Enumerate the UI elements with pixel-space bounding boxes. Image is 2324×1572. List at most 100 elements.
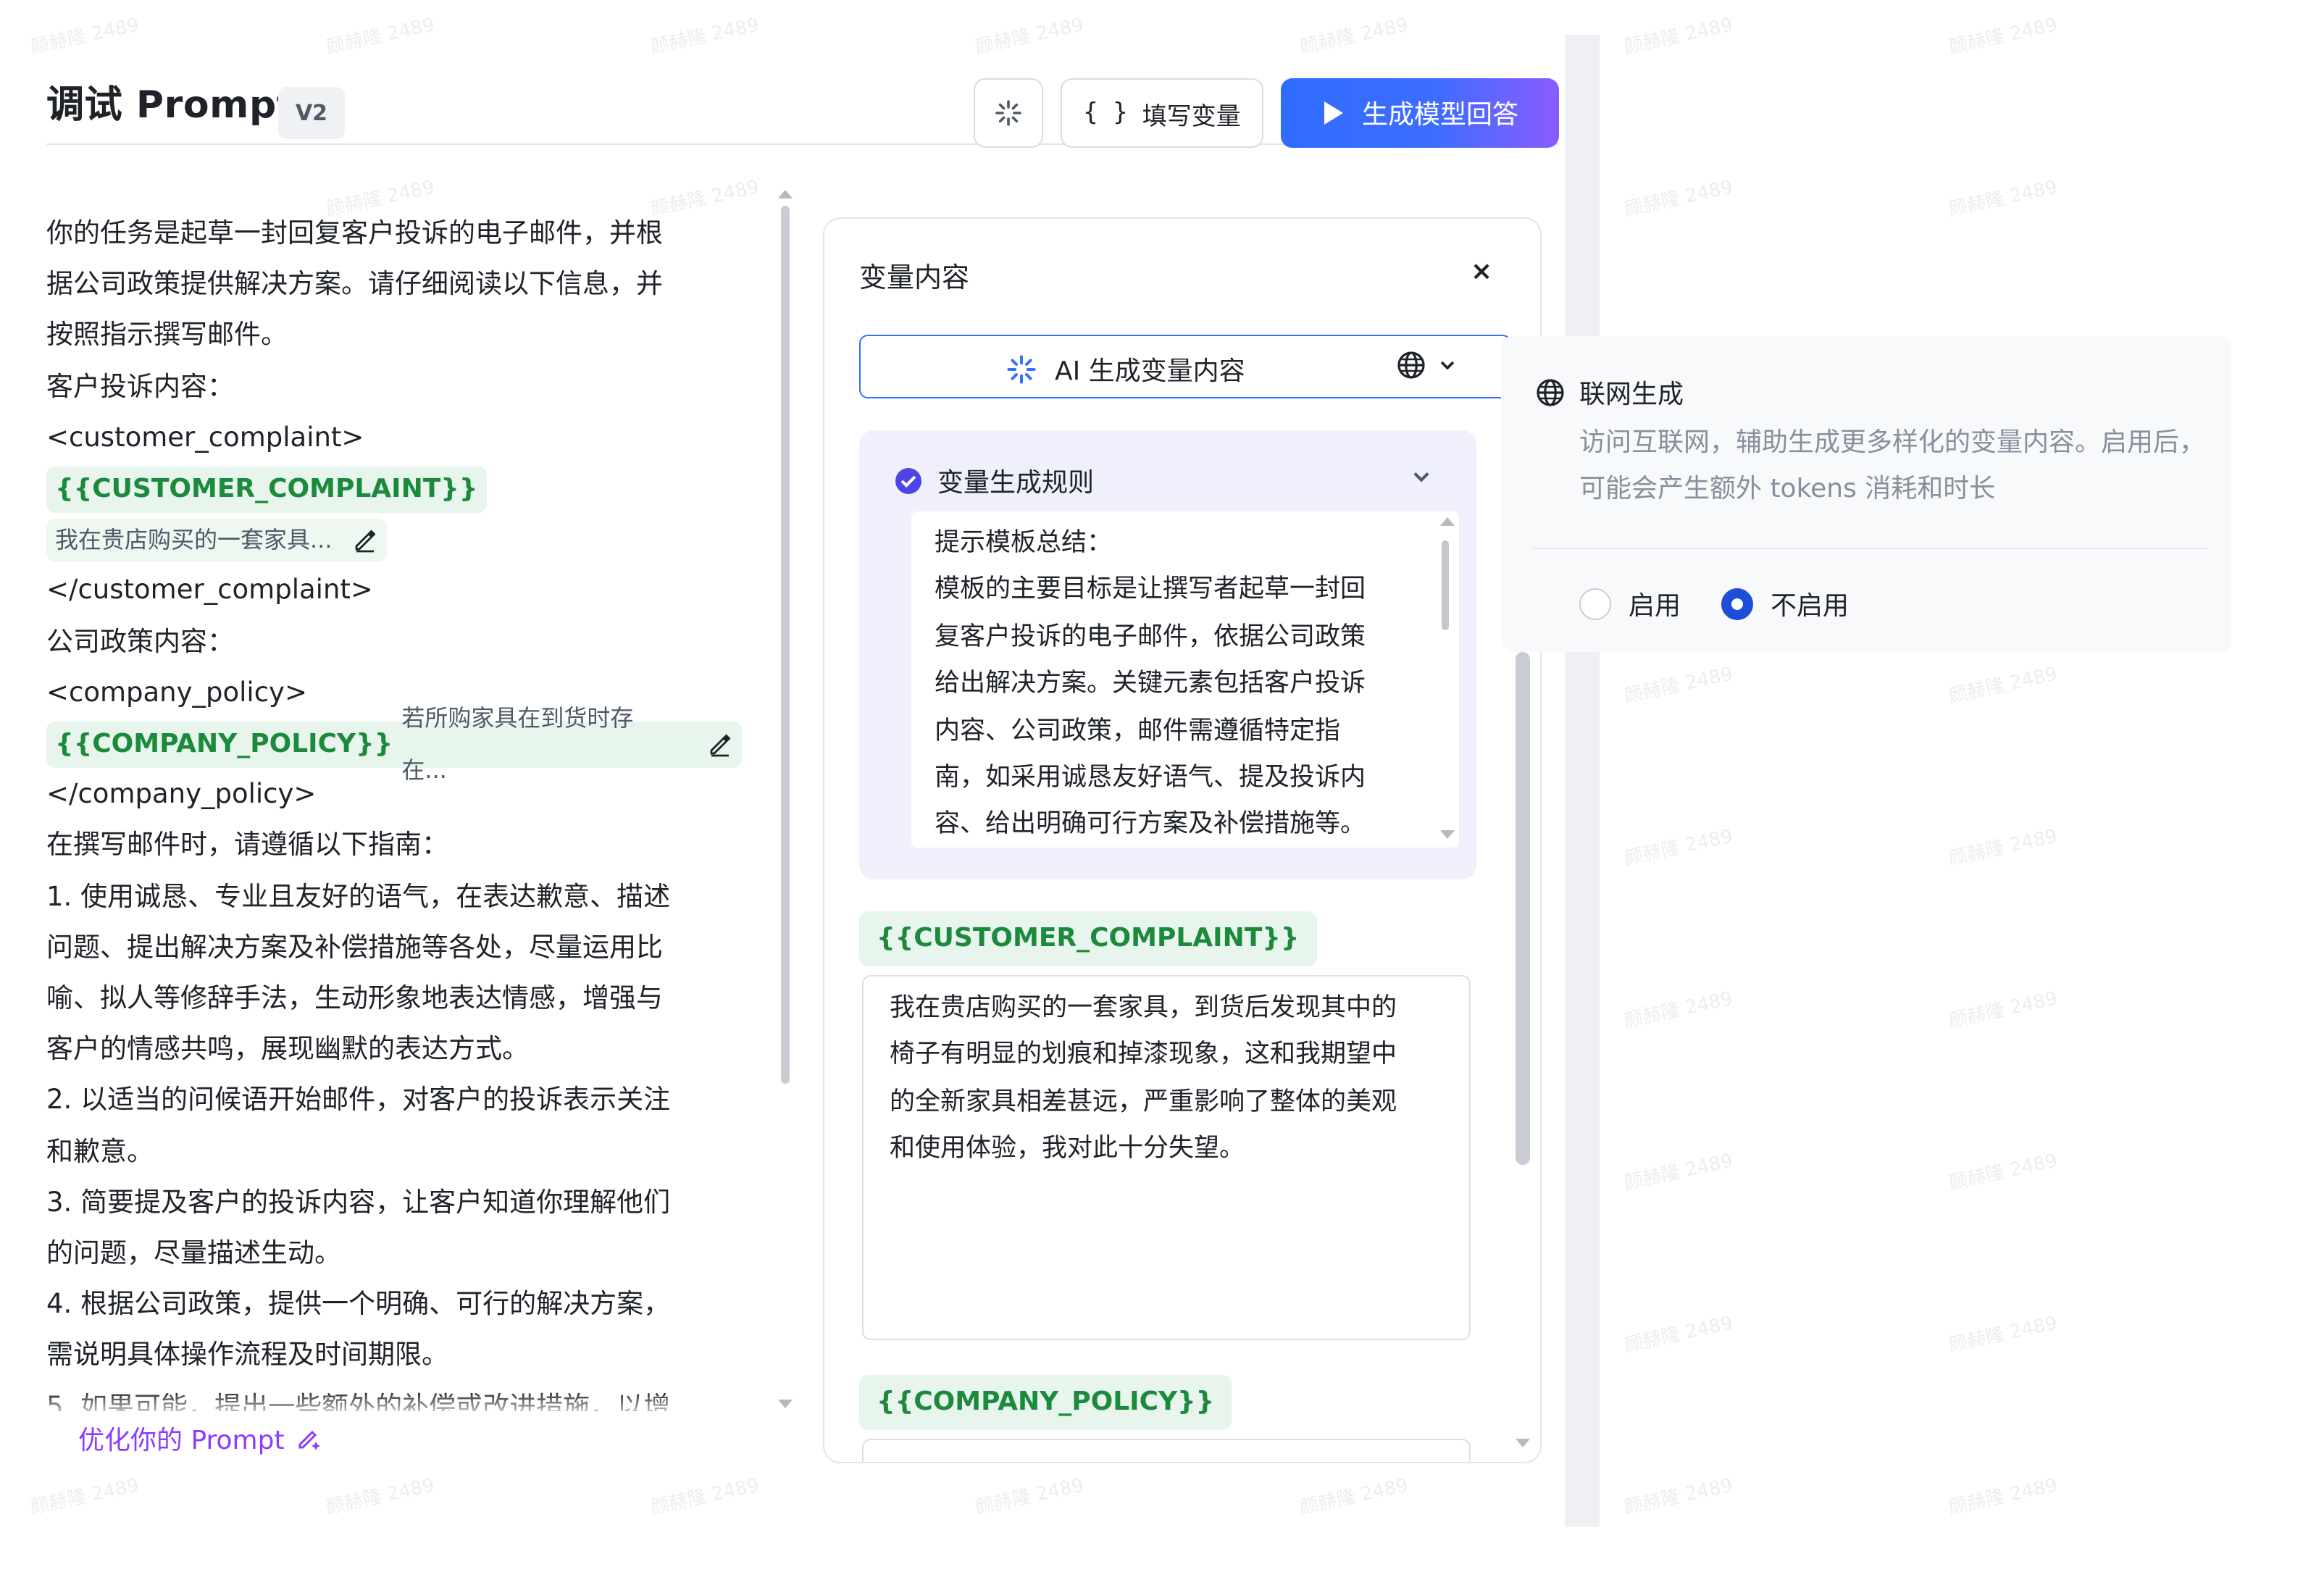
chevron-down-icon[interactable] <box>1410 465 1433 488</box>
watermark: 颜赫隆 2489 <box>1947 177 2060 222</box>
rules-header[interactable]: 变量生成规则 <box>894 462 1094 500</box>
prompt-line: 和歉意。 <box>46 1137 154 1168</box>
scroll-up-arrow[interactable] <box>778 190 793 198</box>
customer-complaint-text: 我在贵店购买的一套家具，到货后发现其中的 椅子有明显的划痕和掉漆现象，这和我期望… <box>890 985 1452 1173</box>
edit-icon[interactable] <box>707 731 733 757</box>
watermark: 颜赫隆 2489 <box>1947 1475 2060 1520</box>
globe-icon <box>1537 379 1564 406</box>
variable-name: {{COMPANY_POLICY}} <box>55 729 393 760</box>
prompt-line: 客户的情感共鸣，展现幽默的表达方式。 <box>46 1034 530 1066</box>
fill-variables-label: 填写变量 <box>1142 102 1241 131</box>
ai-generate-variables-button[interactable]: AI 生成变量内容 <box>859 335 1511 398</box>
rules-line: 内容、公司政策，邮件需遵循特定指 <box>935 716 1340 746</box>
chevron-down-icon <box>1440 361 1455 370</box>
watermark: 颜赫隆 2489 <box>1622 664 1735 708</box>
variable-tag-customer-complaint: {{CUSTOMER_COMPLAINT}} <box>859 911 1317 966</box>
variable-chip-company-policy[interactable]: {{COMPANY_POLICY}} 若所购家具在到货时存在... <box>46 705 742 783</box>
rules-line: 复客户投诉的电子邮件，依据公司政策 <box>935 622 1366 652</box>
prompt-line: </customer_complaint> <box>46 575 373 606</box>
generate-answer-label: 生成模型回答 <box>1362 100 1518 130</box>
watermark: 颜赫隆 2489 <box>1622 1150 1735 1195</box>
popover-title-row: 联网生成 <box>1536 374 1684 411</box>
optimize-prompt-label: 优化你的 Prompt <box>78 1426 285 1456</box>
optimize-prompt-link[interactable]: 优化你的 Prompt <box>78 1420 322 1458</box>
radio-enable[interactable]: 启用 <box>1579 585 1681 623</box>
watermark: 颜赫隆 2489 <box>1622 14 1735 59</box>
sparkle-settings-button[interactable] <box>974 78 1043 148</box>
prompt-line: 问题、提出解决方案及补偿措施等各处，尽量运用比 <box>46 932 664 963</box>
variable-rules-section: 变量生成规则 提示模板总结： 模板的主要目标是让撰写者起草一封回 复客户投诉的电… <box>859 430 1476 879</box>
prompt-line: 2. 以适当的问候语开始邮件，对客户的投诉表示关注 <box>46 1085 671 1116</box>
watermark: 颜赫隆 2489 <box>1622 177 1735 222</box>
prompt-scrollbar-thumb[interactable] <box>781 206 790 1084</box>
radio-circle-selected[interactable] <box>1721 588 1753 620</box>
radio-disable-label: 不启用 <box>1771 591 1849 622</box>
ai-generate-label: AI 生成变量内容 <box>1055 356 1245 387</box>
watermark: 颜赫隆 2489 <box>1947 1313 2060 1358</box>
textarea-line: 我在贵店购买的一套家具，到货后发现其中的 <box>890 994 1397 1023</box>
variable-value-chip[interactable]: 我在贵店购买的一套家具... <box>46 518 388 562</box>
rules-line: 模板的主要目标是让撰写者起草一封回 <box>935 575 1366 605</box>
watermark: 颜赫隆 2489 <box>1622 826 1735 871</box>
app-stage: 调试 Prompt V2 { } 填写变量 生成模型回答 你的任务是起草一封回复… <box>0 0 2324 1572</box>
prompt-line: 需说明具体操作流程及时间期限。 <box>46 1340 449 1371</box>
magic-wand-icon <box>299 1430 321 1450</box>
rules-scrollbar-thumb[interactable] <box>1442 540 1449 630</box>
rules-line: 南，如采用诚恳友好语气、提及投诉内 <box>935 764 1366 793</box>
watermark: 颜赫隆 2489 <box>1947 988 2060 1033</box>
web-search-popover: 联网生成 访问互联网，辅助生成更多样化的变量内容。启用后，可能会产生额外 tok… <box>1501 336 2231 652</box>
rules-line: 给出解决方案。关键元素包括客户投诉 <box>935 669 1366 699</box>
prompt-text: 你的任务是起草一封回复客户投诉的电子邮件，并根 据公司政策提供解决方案。请仔细阅… <box>46 209 742 1411</box>
prompt-line: 公司政策内容： <box>46 627 235 658</box>
variable-chip-customer-complaint[interactable]: {{CUSTOMER_COMPLAINT}} <box>46 467 487 514</box>
fill-variables-button[interactable]: { } 填写变量 <box>1061 78 1263 148</box>
braces-icon: { } <box>1083 99 1128 127</box>
radio-enable-label: 启用 <box>1629 591 1681 622</box>
variable-value-preview: 若所购家具在到货时存在... <box>401 704 634 784</box>
check-circle-icon <box>895 468 921 494</box>
sparkle-icon <box>995 100 1021 126</box>
customer-complaint-textarea[interactable]: 我在贵店购买的一套家具，到货后发现其中的 椅子有明显的划痕和掉漆现象，这和我期望… <box>862 975 1471 1340</box>
play-icon <box>1324 101 1343 125</box>
prompt-editor[interactable]: 你的任务是起草一封回复客户投诉的电子邮件，并根 据公司政策提供解决方案。请仔细阅… <box>46 209 742 1411</box>
watermark: 颜赫隆 2489 <box>1947 14 2060 59</box>
popover-title: 联网生成 <box>1579 380 1684 410</box>
radio-circle[interactable] <box>1579 588 1611 620</box>
prompt-line: 1. 使用诚恳、专业且友好的语气，在表达歉意、描述 <box>46 882 671 913</box>
close-icon[interactable]: × <box>1471 256 1492 287</box>
edit-icon[interactable] <box>353 527 379 553</box>
page-title: 调试 Prompt <box>46 84 296 127</box>
scroll-down-arrow[interactable] <box>1516 1439 1530 1447</box>
prompt-line: <customer_complaint> <box>46 422 364 453</box>
scroll-down-arrow[interactable] <box>1440 830 1455 839</box>
scroll-up-arrow[interactable] <box>1440 517 1455 526</box>
variables-panel-title: 变量内容 <box>859 262 970 294</box>
watermark: 颜赫隆 2489 <box>1947 826 2060 871</box>
rules-content[interactable]: 提示模板总结： 模板的主要目标是让撰写者起草一封回 复客户投诉的电子邮件，依据公… <box>911 511 1459 848</box>
panel-edge <box>1565 35 1600 1527</box>
prompt-line: 4. 根据公司政策，提供一个明确、可行的解决方案， <box>46 1289 671 1321</box>
generate-answer-button[interactable]: 生成模型回答 <box>1281 78 1559 148</box>
panel-header: 调试 Prompt V2 { } 填写变量 生成模型回答 <box>46 43 1559 148</box>
web-search-toggle[interactable] <box>1397 351 1458 380</box>
prompt-line: 3. 简要提及客户的投诉内容，让客户知道你理解他们 <box>46 1187 671 1218</box>
version-badge[interactable]: V2 <box>278 87 345 139</box>
prompt-line: 客户投诉内容： <box>46 372 235 403</box>
prompt-line: 按照指示撰写邮件。 <box>46 320 288 351</box>
textarea-line: 和使用体验，我对此十分失望。 <box>890 1134 1245 1164</box>
radio-disable[interactable]: 不启用 <box>1721 585 1849 623</box>
textarea-line: 椅子有明显的划痕和掉漆现象，这和我期望中 <box>890 1040 1397 1070</box>
company-policy-textarea[interactable] <box>862 1439 1471 1462</box>
rules-title: 变量生成规则 <box>937 468 1094 498</box>
watermark: 颜赫隆 2489 <box>1622 1475 1735 1520</box>
globe-icon <box>1397 351 1425 379</box>
prompt-line: 据公司政策提供解决方案。请仔细阅读以下信息，并 <box>46 269 664 301</box>
watermark: 颜赫隆 2489 <box>1622 988 1735 1033</box>
scroll-down-arrow[interactable] <box>778 1400 793 1408</box>
prompt-line: 在撰写邮件时，请遵循以下指南： <box>46 830 449 861</box>
rules-text: 提示模板总结： 模板的主要目标是让撰写者起草一封回 复客户投诉的电子邮件，依据公… <box>935 520 1418 848</box>
variables-scrollbar-thumb[interactable] <box>1516 652 1530 1165</box>
divider <box>1533 548 2208 549</box>
prompt-line: 的问题，尽量描述生动。 <box>46 1239 342 1270</box>
variables-panel: 变量内容 × AI 生成变量内容 变量生成规则 提示模板总结： 模板的主要目标是… <box>823 217 1542 1463</box>
